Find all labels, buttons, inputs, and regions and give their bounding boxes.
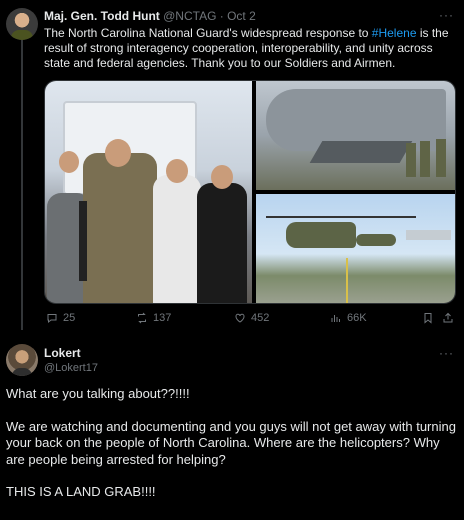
reply-button[interactable]: 25 xyxy=(46,312,75,324)
rotor-shape xyxy=(266,216,416,218)
retweet-icon xyxy=(138,312,146,324)
tweet-text-pre: The North Carolina National Guard's wide… xyxy=(44,26,372,40)
author-handle[interactable]: @NCTAG xyxy=(163,9,216,23)
share-icon xyxy=(443,312,453,323)
person-shape xyxy=(197,183,247,303)
helicopter-shape xyxy=(356,234,396,246)
views-button[interactable]: 66K xyxy=(330,312,367,324)
reply-text: What are you talking about??!!!! We are … xyxy=(6,386,456,517)
reply-more-icon[interactable]: ··· xyxy=(439,346,454,360)
retweet-count: 137 xyxy=(153,312,172,324)
reply-paragraph: We are watching and documenting and you … xyxy=(6,418,456,467)
author-name[interactable]: Maj. Gen. Todd Hunt xyxy=(44,9,160,23)
tweet-actions: 25 137 452 66K xyxy=(44,312,456,328)
avatar-todd-hunt[interactable] xyxy=(6,8,38,40)
soldier-shape xyxy=(420,141,430,177)
hashtag-link[interactable]: #Helene xyxy=(372,26,417,40)
photo-press-conference[interactable] xyxy=(45,81,252,303)
reply-icon xyxy=(47,314,57,324)
person-head xyxy=(59,151,79,173)
share-button[interactable] xyxy=(442,312,454,324)
helicopter-shape xyxy=(286,222,356,248)
views-count: 66K xyxy=(347,312,367,324)
tweet-text: The North Carolina National Guard's wide… xyxy=(44,26,456,71)
photo-helicopters[interactable] xyxy=(256,194,455,303)
like-count: 452 xyxy=(251,312,270,324)
tweet-more-icon[interactable]: ··· xyxy=(439,8,454,22)
tweet-media-grid xyxy=(44,80,456,304)
tweet-date[interactable]: Oct 2 xyxy=(227,9,256,23)
microphone-stand xyxy=(79,201,87,281)
dot-separator: · xyxy=(219,9,224,23)
tweet-header: Maj. Gen. Todd Hunt @NCTAG · Oct 2 xyxy=(44,9,256,23)
reply-header: Lokert xyxy=(44,346,81,360)
soldier-shape xyxy=(436,139,446,177)
bookmark-icon xyxy=(424,313,432,324)
person-shape xyxy=(83,153,157,303)
thread-connector xyxy=(21,40,23,330)
reply-paragraph: What are you talking about??!!!! xyxy=(6,386,190,401)
views-icon xyxy=(331,315,340,322)
person-shape xyxy=(153,175,201,303)
avatar-lokert[interactable] xyxy=(6,344,38,376)
reply-count: 25 xyxy=(63,312,76,324)
ramp-shape xyxy=(309,141,413,163)
bookmark-button[interactable] xyxy=(422,312,434,324)
runway-line xyxy=(346,258,348,303)
retweet-button[interactable]: 137 xyxy=(136,312,171,324)
hangar-shape xyxy=(406,230,451,240)
like-button[interactable]: 452 xyxy=(234,312,269,324)
like-icon xyxy=(235,313,245,323)
person-head xyxy=(211,165,233,189)
photo-cargo-plane[interactable] xyxy=(256,81,455,190)
person-head xyxy=(105,139,131,167)
reply-author-name[interactable]: Lokert xyxy=(44,346,81,360)
soldier-shape xyxy=(406,143,416,177)
person-head xyxy=(166,159,188,183)
reply-author-handle[interactable]: @Lokert17 xyxy=(44,362,98,374)
reply-paragraph: THIS IS A LAND GRAB!!!! xyxy=(6,484,156,499)
